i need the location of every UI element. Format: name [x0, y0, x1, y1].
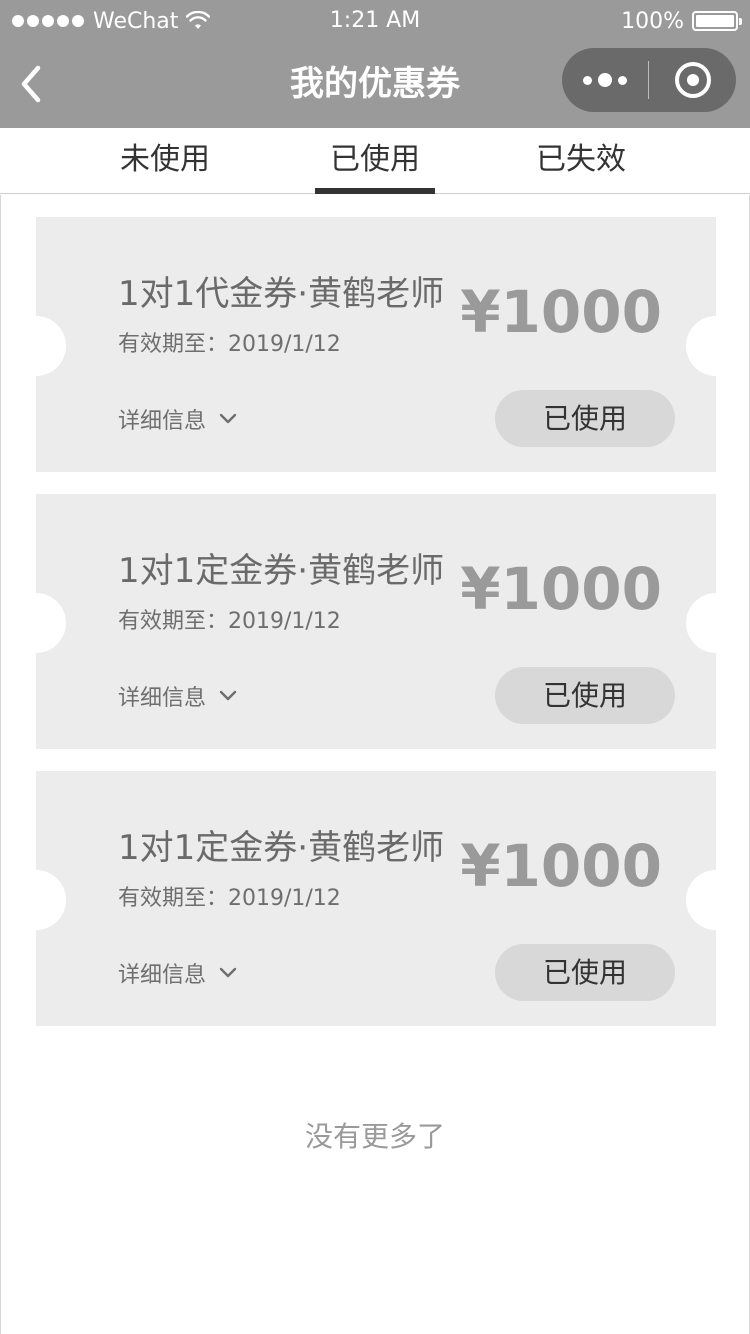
- coupon-details-label: 详细信息: [118, 686, 207, 711]
- coupon-details-toggle[interactable]: 详细信息: [118, 403, 238, 435]
- coupon-notch: [686, 593, 716, 653]
- coupon-notch: [686, 316, 716, 376]
- status-bar: WeChat 1:21 AM 100%: [0, 0, 750, 40]
- coupon-tabs: 未使用 已使用 已失效: [0, 128, 750, 194]
- coupon-notch: [36, 870, 66, 930]
- coupon-notch: [36, 316, 66, 376]
- more-dots-icon[interactable]: [562, 48, 648, 112]
- coupon-card: 1对1代金券·黄鹤老师 有效期至：2019/1/12 ¥1000 详细信息 已使…: [36, 217, 716, 472]
- status-right: 100%: [621, 7, 742, 35]
- coupon-title: 1对1代金券·黄鹤老师: [118, 274, 445, 314]
- chevron-down-icon: [219, 690, 237, 701]
- active-tab-indicator: [315, 188, 435, 194]
- nav-bar: 我的优惠券: [0, 40, 750, 128]
- coupon-amount: ¥1000: [460, 278, 662, 346]
- coupon-notch: [36, 593, 66, 653]
- coupon-details-toggle[interactable]: 详细信息: [118, 680, 238, 712]
- coupon-amount: ¥1000: [460, 555, 662, 623]
- coupon-expiry: 有效期至：2019/1/12: [118, 609, 341, 634]
- coupon-status-button[interactable]: 已使用: [495, 667, 675, 724]
- mini-program-capsule: [562, 48, 736, 112]
- coupon-status-button[interactable]: 已使用: [495, 390, 675, 447]
- chevron-down-icon: [219, 967, 237, 978]
- coupon-notch: [686, 870, 716, 930]
- tab-unused[interactable]: 未使用: [95, 128, 235, 194]
- coupon-details-label: 详细信息: [118, 409, 207, 434]
- coupon-title: 1对1定金券·黄鹤老师: [118, 828, 445, 868]
- app-header: WeChat 1:21 AM 100% 我的优惠券: [0, 0, 750, 128]
- coupon-list: 1对1代金券·黄鹤老师 有效期至：2019/1/12 ¥1000 详细信息 已使…: [0, 195, 750, 1334]
- target-close-icon[interactable]: [649, 48, 736, 112]
- no-more-text: 没有更多了: [304, 1120, 445, 1153]
- coupon-details-toggle[interactable]: 详细信息: [118, 957, 238, 989]
- coupon-card: 1对1定金券·黄鹤老师 有效期至：2019/1/12 ¥1000 详细信息 已使…: [36, 494, 716, 749]
- coupon-details-label: 详细信息: [118, 963, 207, 988]
- coupon-card: 1对1定金券·黄鹤老师 有效期至：2019/1/12 ¥1000 详细信息 已使…: [36, 771, 716, 1026]
- coupon-status-button[interactable]: 已使用: [495, 944, 675, 1001]
- coupon-amount: ¥1000: [460, 832, 662, 900]
- coupon-title: 1对1定金券·黄鹤老师: [118, 551, 445, 591]
- battery-percentage: 100%: [621, 8, 684, 34]
- battery-icon: [692, 11, 742, 31]
- coupon-expiry: 有效期至：2019/1/12: [118, 886, 341, 911]
- coupon-expiry: 有效期至：2019/1/12: [118, 332, 341, 357]
- chevron-down-icon: [219, 413, 237, 424]
- tab-expired[interactable]: 已失效: [511, 128, 651, 194]
- tab-used[interactable]: 已使用: [305, 128, 445, 194]
